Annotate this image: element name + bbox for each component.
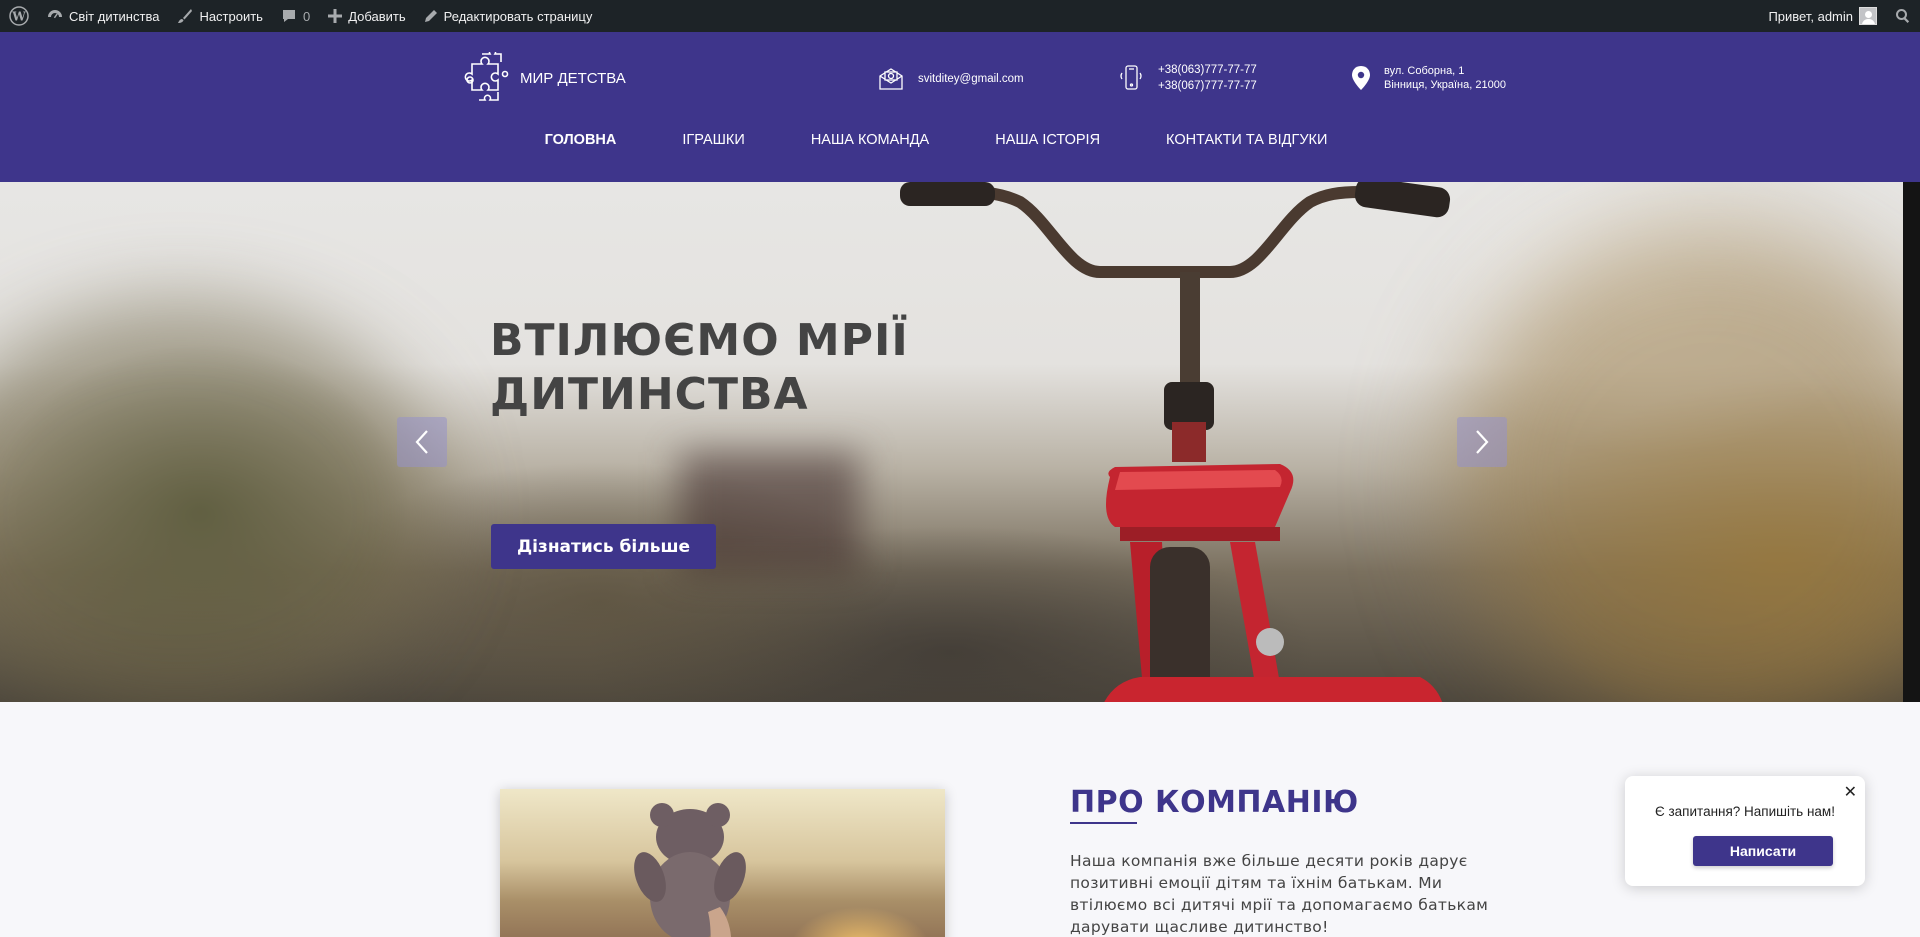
chevron-right-icon	[1476, 430, 1489, 454]
about-title: ПРО КОМПАНІЮ	[1070, 785, 1359, 824]
header-phone[interactable]: +38(063)777-77-77 +38(067)777-77-77	[1118, 62, 1257, 94]
learn-more-button[interactable]: Дізнатись більше	[491, 524, 716, 569]
admin-bar-site-link[interactable]: Світ дитинства	[38, 0, 168, 32]
header-address[interactable]: вул. Соборна, 1 Вінниця, Україна, 21000	[1350, 64, 1506, 92]
write-us-button[interactable]: Написати	[1693, 836, 1833, 866]
about-text: Наша компанія вже більше десяти років да…	[1070, 852, 1489, 936]
address-text: вул. Соборна, 1 Вінниця, Україна, 21000	[1384, 64, 1506, 92]
slider-prev-button[interactable]	[397, 417, 447, 467]
chat-widget: ✕ Є запитання? Напишіть нам! Написати	[1625, 776, 1865, 886]
teddy-bear-image	[634, 803, 746, 937]
logo-text: МИР ДЕТСТВА	[520, 69, 626, 87]
admin-bar-site-name: Світ дитинства	[69, 8, 160, 24]
email-text: svitditey@gmail.com	[918, 73, 1024, 85]
admin-bar-search[interactable]	[1886, 0, 1920, 32]
dashboard-icon	[48, 10, 62, 19]
about-image	[500, 789, 945, 937]
nav-item-toys[interactable]: ІГРАШКИ	[682, 132, 744, 148]
admin-bar: W Світ дитинства Настроить 0 Добавить Ре…	[0, 0, 1920, 32]
admin-bar-customize-label: Настроить	[199, 8, 263, 24]
avatar	[1859, 7, 1877, 25]
hero-slider: ВТІЛЮЄМО МРІЇ ДИТИНСТВА Дізнатись більше	[0, 182, 1903, 702]
site-logo[interactable]: МИР ДЕТСТВА	[462, 52, 626, 104]
plus-icon	[328, 9, 343, 23]
pencil-icon	[424, 10, 437, 22]
chat-question: Є запитання? Напишіть нам!	[1655, 804, 1835, 819]
admin-bar-account[interactable]: Привет, admin	[1759, 0, 1886, 32]
svg-text:W: W	[11, 10, 26, 24]
hero-title-line-1: ВТІЛЮЄМО МРІЇ	[490, 315, 909, 366]
map-pin-icon	[1352, 66, 1370, 90]
address-line-2: Вінниця, Україна, 21000	[1384, 79, 1506, 91]
comments-count: 0	[302, 8, 311, 24]
envelope-icon	[879, 68, 903, 90]
mobile-phone-icon	[1120, 65, 1142, 90]
comment-icon	[282, 10, 295, 22]
hero-side-strip	[1903, 182, 1920, 702]
admin-bar-comments[interactable]: 0	[272, 0, 319, 32]
admin-bar-edit-page-label: Редактировать страницу	[443, 8, 593, 24]
close-icon[interactable]: ✕	[1844, 782, 1857, 802]
nav-item-history[interactable]: НАША ІСТОРІЯ	[995, 132, 1100, 148]
phone-numbers: +38(063)777-77-77 +38(067)777-77-77	[1158, 62, 1257, 94]
nav-item-team[interactable]: НАША КОМАНДА	[811, 132, 929, 148]
header-email[interactable]: svitditey@gmail.com	[878, 66, 1024, 92]
phone-2: +38(067)777-77-77	[1158, 80, 1257, 92]
admin-greeting: Привет, admin	[1768, 8, 1853, 24]
puzzle-logo-icon	[464, 52, 509, 101]
admin-bar-customize[interactable]: Настроить	[168, 0, 272, 32]
nav-item-contacts[interactable]: КОНТАКТИ ТА ВІДГУКИ	[1166, 132, 1327, 148]
site-header: МИР ДЕТСТВА svitditey@gmail.com +38(063)…	[0, 32, 1920, 182]
hero-title: ВТІЛЮЄМО МРІЇ ДИТИНСТВА	[490, 314, 909, 422]
wordpress-logo-icon[interactable]: W	[0, 0, 38, 32]
admin-bar-add-new[interactable]: Добавить	[319, 0, 414, 32]
search-icon	[1896, 9, 1910, 23]
hero-title-line-2: ДИТИНСТВА	[490, 369, 809, 420]
main-nav: ГОЛОВНА ІГРАШКИ НАША КОМАНДА НАША ІСТОРІ…	[0, 132, 1920, 148]
admin-bar-add-new-label: Добавить	[348, 8, 406, 24]
address-line-1: вул. Соборна, 1	[1384, 65, 1465, 77]
phone-1: +38(063)777-77-77	[1158, 64, 1257, 76]
admin-bar-edit-page[interactable]: Редактировать страницу	[415, 0, 602, 32]
chevron-left-icon	[415, 430, 428, 454]
slider-next-button[interactable]	[1457, 417, 1507, 467]
tricycle-image	[900, 182, 1451, 702]
brush-icon	[178, 9, 193, 23]
nav-item-home[interactable]: ГОЛОВНА	[545, 132, 617, 148]
